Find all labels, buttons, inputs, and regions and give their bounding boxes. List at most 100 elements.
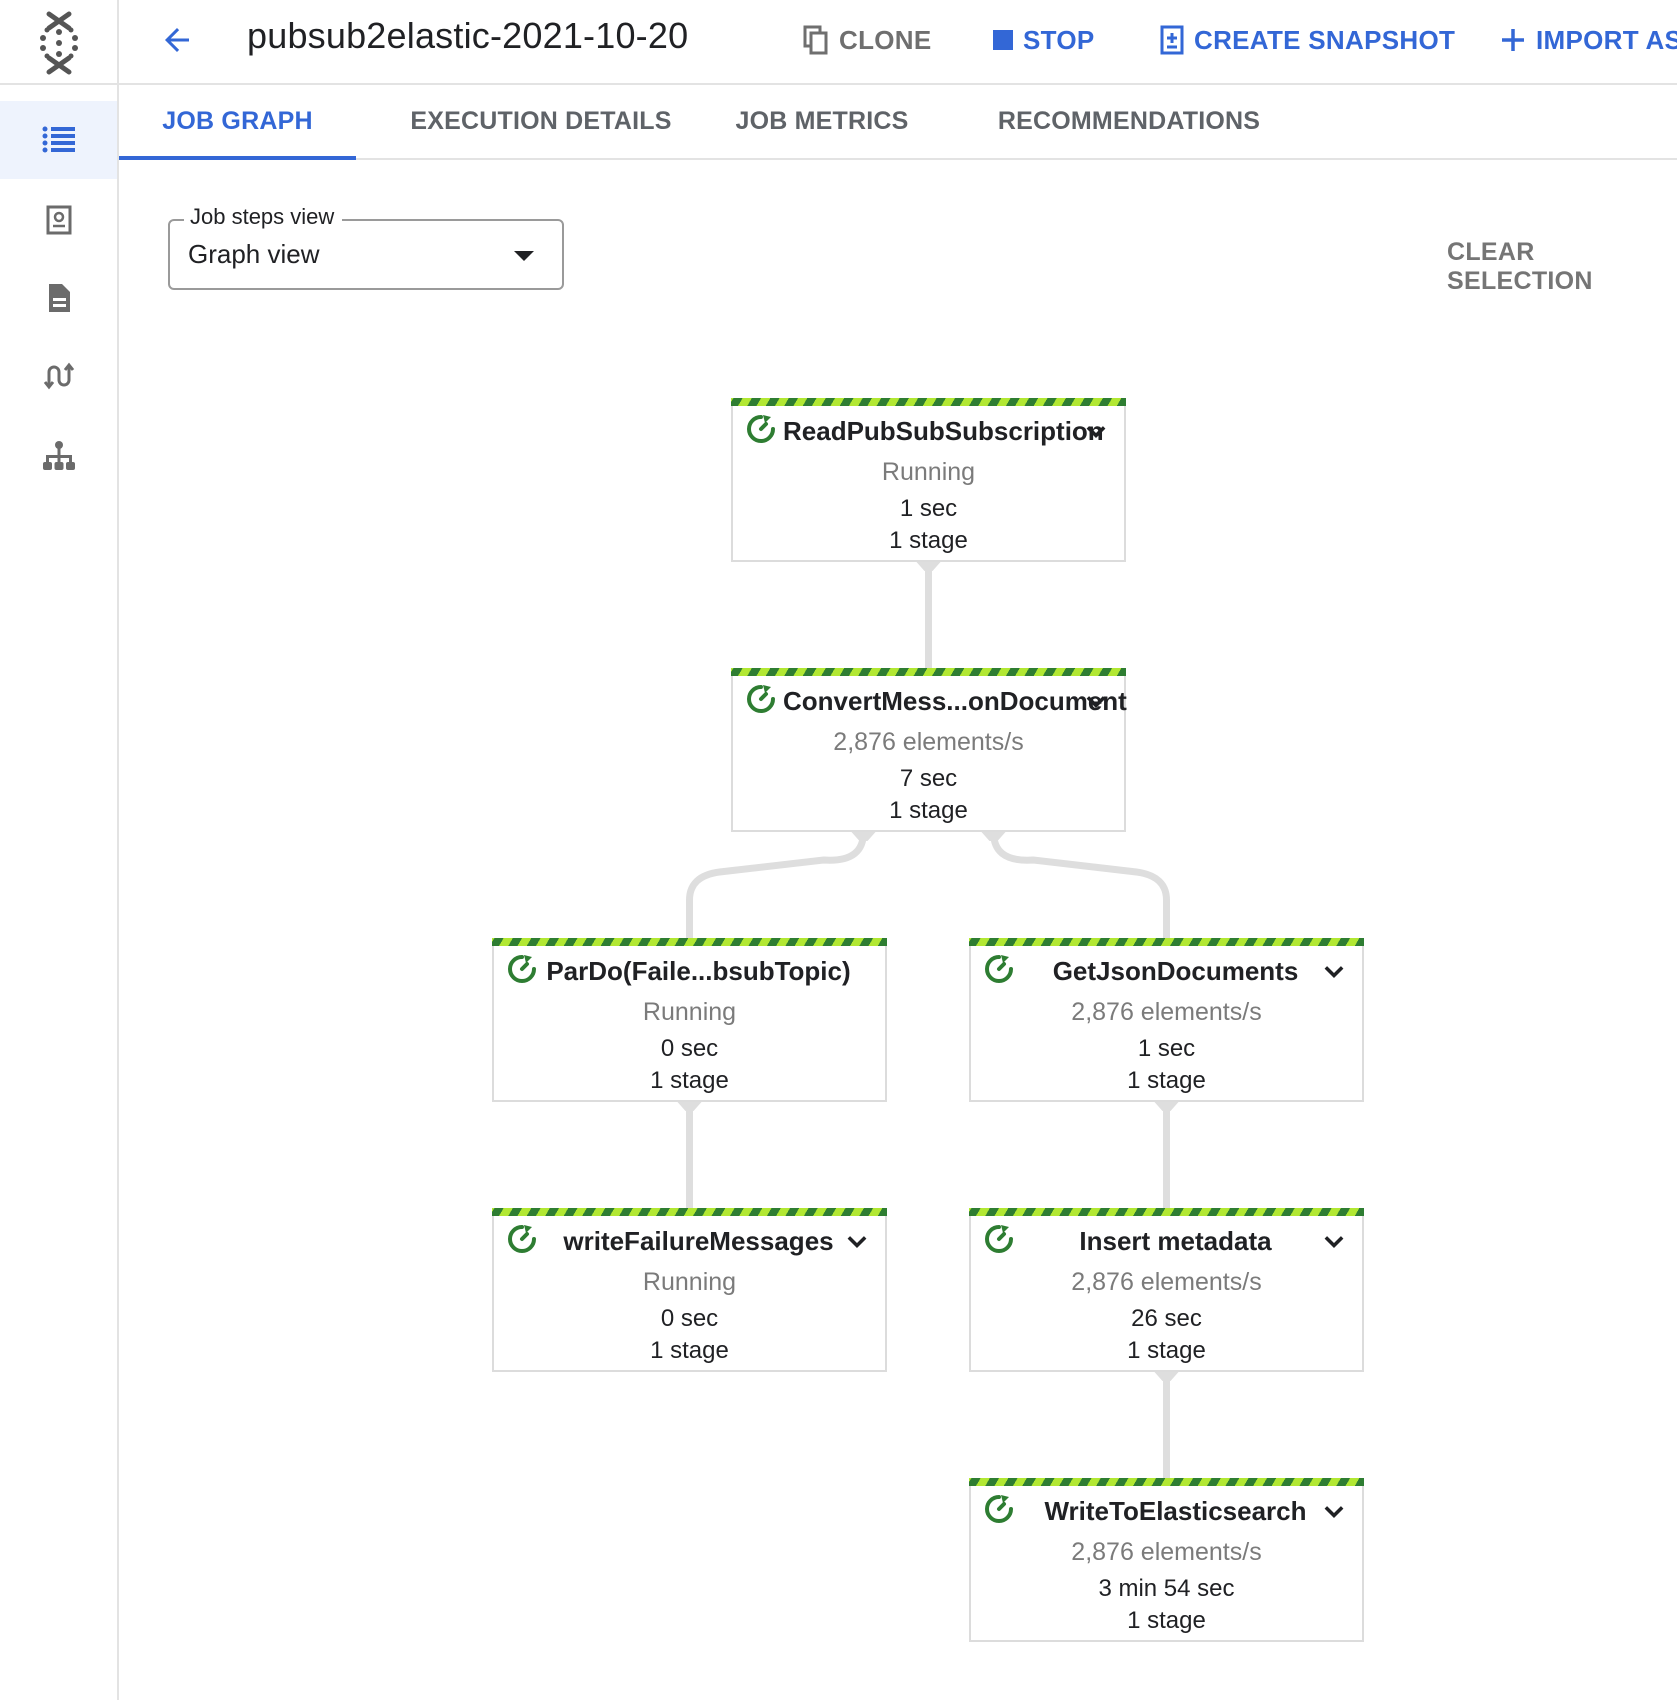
- left-sidebar: [0, 85, 119, 1700]
- top-header: pubsub2elastic-2021-10-20 CLONE STOP CRE…: [0, 0, 1677, 85]
- graph-node-insert[interactable]: Insert metadata 2,876 elements/s 26 sec 1 s…: [969, 1208, 1364, 1372]
- node-stage-count: 1 stage: [1127, 1337, 1206, 1364]
- node-stage-count: 1 stage: [1127, 1607, 1206, 1634]
- node-stage-count: 1 stage: [650, 1067, 729, 1094]
- expand-chevron-icon[interactable]: [1082, 688, 1110, 716]
- running-progress-stripe: [969, 1478, 1364, 1486]
- graph-edge-convert-to-pardo: [686, 831, 867, 938]
- document-icon: [48, 284, 70, 312]
- node-name: ConvertMess...onDocument: [783, 686, 1127, 716]
- sidebar-item-job-steps[interactable]: [0, 101, 117, 179]
- expand-chevron-icon[interactable]: [1320, 958, 1348, 986]
- running-status-icon: [983, 1223, 1015, 1255]
- dataflow-logo-icon: [39, 11, 78, 74]
- job-info-icon: [46, 205, 71, 235]
- tab-execution-details[interactable]: EXECUTION DETAILS: [396, 85, 686, 158]
- stop-button[interactable]: STOP: [993, 20, 1095, 60]
- sidebar-item-job-info[interactable]: [0, 181, 117, 259]
- node-name: Insert metadata: [1079, 1226, 1272, 1256]
- running-status-icon: [506, 1223, 538, 1255]
- node-header: WriteToElasticsearch: [971, 1490, 1362, 1532]
- expand-chevron-icon[interactable]: [1320, 1498, 1348, 1526]
- dropdown-arrow-icon: [514, 251, 534, 261]
- edge-source-connector: [981, 832, 1006, 841]
- graph-node-writefail[interactable]: writeFailureMessages Running 0 sec 1 stage: [492, 1208, 887, 1372]
- clear-selection-button[interactable]: CLEAR SELECTION: [1447, 238, 1677, 296]
- expand-chevron-icon[interactable]: [843, 1228, 871, 1256]
- node-wall-time: 0 sec: [660, 1305, 719, 1332]
- node-stage-count: 1 stage: [1127, 1067, 1206, 1094]
- arrow-back-icon: [165, 28, 189, 52]
- node-status: 2,876 elements/s: [1071, 1268, 1262, 1296]
- node-name: ReadPubSubSubscription: [783, 416, 1104, 446]
- node-header: Insert metadata: [971, 1220, 1362, 1262]
- clone-label: CLONE: [839, 24, 932, 55]
- edge-source-connector: [677, 1102, 702, 1111]
- edge-source-connector: [916, 562, 941, 571]
- node-name: GetJsonDocuments: [1052, 956, 1299, 986]
- node-wall-time: 1 sec: [899, 495, 958, 522]
- node-status: Running: [642, 998, 737, 1026]
- create-snapshot-button[interactable]: CREATE SNAPSHOT: [1160, 20, 1455, 60]
- list-icon: [42, 126, 75, 153]
- graph-node-writees[interactable]: WriteToElasticsearch 2,876 elements/s 3 mi…: [969, 1478, 1364, 1642]
- graph-node-read[interactable]: ReadPubSubSubscription Running 1 sec 1 stag…: [731, 398, 1126, 562]
- create-snapshot-label: CREATE SNAPSHOT: [1194, 24, 1456, 55]
- stop-label: STOP: [1023, 24, 1095, 55]
- running-status-icon: [983, 1493, 1015, 1525]
- running-progress-stripe: [731, 668, 1126, 676]
- stop-icon: [993, 30, 1013, 50]
- tab-bar: JOB GRAPH EXECUTION DETAILS JOB METRICS …: [119, 85, 1677, 160]
- sidebar-item-data-sampling[interactable]: [0, 337, 117, 415]
- hierarchy-icon: [42, 441, 75, 470]
- sidebar-item-logs[interactable]: [0, 259, 117, 337]
- node-name: WriteToElasticsearch: [1044, 1496, 1307, 1526]
- node-header: GetJsonDocuments: [971, 950, 1362, 992]
- job-title: pubsub2elastic-2021-10-20: [247, 15, 689, 56]
- edge-source-connector: [851, 832, 876, 841]
- running-status-icon: [745, 413, 777, 445]
- snapshot-icon: [1160, 25, 1184, 55]
- sidebar-item-pipeline-graph[interactable]: [0, 417, 117, 495]
- node-status: 2,876 elements/s: [1071, 1538, 1262, 1566]
- node-header: writeFailureMessages: [494, 1220, 885, 1262]
- running-status-icon: [983, 953, 1015, 985]
- running-progress-stripe: [492, 1208, 887, 1216]
- tab-recommendations[interactable]: RECOMMENDATIONS: [998, 85, 1260, 158]
- node-stage-count: 1 stage: [650, 1337, 729, 1364]
- tab-job-graph[interactable]: JOB GRAPH: [119, 85, 356, 160]
- job-steps-view-label: Job steps view: [184, 204, 343, 230]
- node-name: writeFailureMessages: [563, 1226, 834, 1256]
- node-wall-time: 3 min 54 sec: [1098, 1575, 1235, 1602]
- node-wall-time: 7 sec: [899, 765, 958, 792]
- running-status-icon: [745, 683, 777, 715]
- clone-button[interactable]: CLONE: [803, 20, 932, 60]
- node-header: ConvertMess...onDocument: [733, 680, 1127, 722]
- dataflow-logo[interactable]: [0, 0, 119, 85]
- edge-source-connector: [1154, 1372, 1179, 1381]
- import-as-label: IMPORT AS: [1536, 24, 1677, 55]
- tab-job-metrics[interactable]: JOB METRICS: [727, 85, 917, 158]
- graph-node-pardo[interactable]: ParDo(Faile...bsubTopic) Running 0 sec 1 st…: [492, 938, 887, 1102]
- import-as-button[interactable]: IMPORT AS: [1500, 20, 1677, 60]
- node-wall-time: 26 sec: [1131, 1305, 1202, 1332]
- node-wall-time: 0 sec: [660, 1035, 719, 1062]
- running-progress-stripe: [969, 1208, 1364, 1216]
- expand-chevron-icon[interactable]: [1320, 1228, 1348, 1256]
- clone-icon: [803, 25, 828, 55]
- back-button[interactable]: [155, 18, 199, 62]
- node-name: ParDo(Faile...bsubTopic): [546, 956, 851, 986]
- running-progress-stripe: [492, 938, 887, 946]
- node-stage-count: 1 stage: [889, 797, 968, 824]
- node-wall-time: 1 sec: [1137, 1035, 1196, 1062]
- node-header: ReadPubSubSubscription: [733, 410, 1124, 452]
- running-progress-stripe: [969, 938, 1364, 946]
- graph-node-convert[interactable]: ConvertMess...onDocument 2,876 elements/s…: [731, 668, 1127, 832]
- graph-node-getjson[interactable]: GetJsonDocuments 2,876 elements/s 1 sec 1 s…: [969, 938, 1364, 1102]
- expand-chevron-icon[interactable]: [1082, 418, 1110, 446]
- job-steps-view-select[interactable]: Job steps view Graph view: [168, 204, 564, 290]
- node-status: 2,876 elements/s: [833, 728, 1024, 756]
- swap-arrows-icon: [43, 362, 74, 390]
- running-progress-stripe: [731, 398, 1126, 406]
- node-status: Running: [642, 1268, 737, 1296]
